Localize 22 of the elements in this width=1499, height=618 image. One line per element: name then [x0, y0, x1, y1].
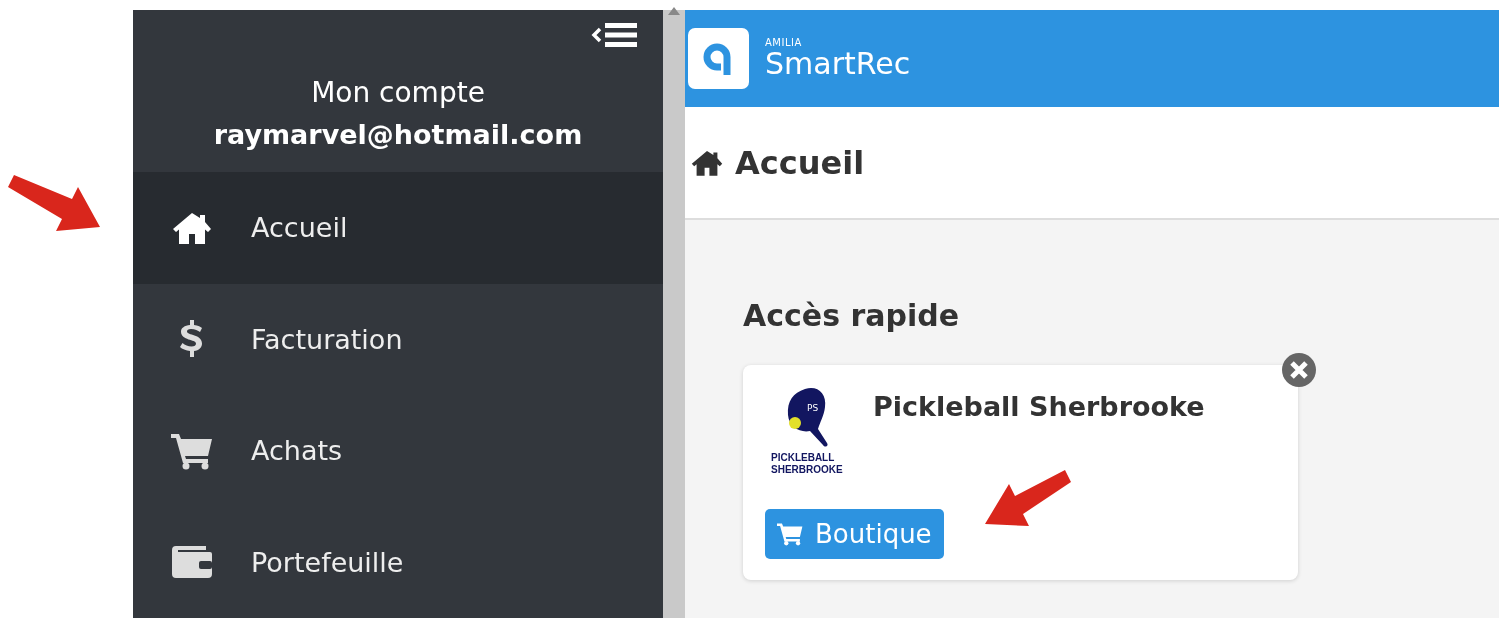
close-icon[interactable]	[1281, 352, 1317, 388]
page-title: Accueil	[735, 143, 865, 182]
home-icon	[172, 210, 212, 245]
nav-item[interactable]: Portefeuille	[133, 506, 663, 618]
brand-subtitle: AMILIA	[765, 37, 803, 48]
nav-item[interactable]: Facturation	[133, 283, 663, 395]
section-heading: Accès rapide	[743, 298, 960, 333]
club-logo: PS PICKLEBALL SHERBROOKE	[765, 385, 847, 477]
scroll-up-icon[interactable]	[668, 7, 680, 15]
wallet-icon	[172, 546, 212, 579]
account-label: Mon compte	[310, 76, 486, 109]
app-logo	[688, 28, 749, 89]
nav-item[interactable]: Achats	[133, 395, 663, 507]
collapse-menu-icon[interactable]	[591, 22, 639, 48]
cart-icon	[777, 522, 803, 546]
dollar-icon	[180, 319, 204, 360]
nav-item[interactable]: Accueil	[133, 172, 663, 284]
card-title: Pickleball Sherbrooke	[873, 391, 1205, 424]
account-email: raymarvel@hotmail.com	[212, 119, 584, 150]
cart-icon	[171, 431, 213, 470]
brand-name: SmartRec	[765, 48, 911, 80]
home-icon	[691, 148, 723, 177]
